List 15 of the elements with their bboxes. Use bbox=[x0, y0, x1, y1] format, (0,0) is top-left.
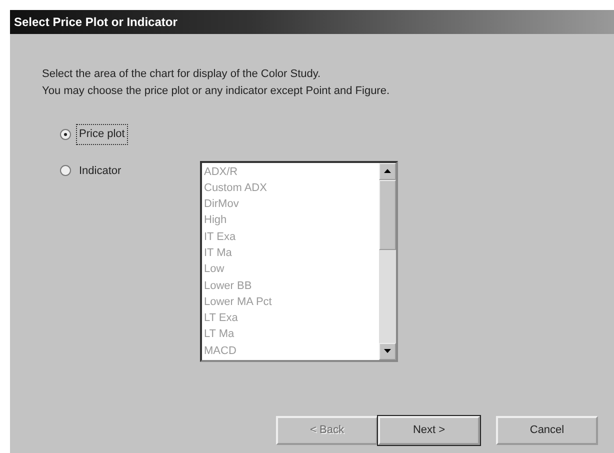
wizard-button[interactable]: Cancel bbox=[496, 416, 598, 445]
wizard-button[interactable]: Next > bbox=[378, 416, 480, 445]
radio-label[interactable]: Indicator bbox=[76, 160, 124, 181]
scroll-thumb[interactable] bbox=[379, 180, 396, 250]
radio-button[interactable] bbox=[60, 128, 71, 140]
down-arrow-icon bbox=[384, 349, 391, 353]
instruction-text: You may choose the price plot or any indicator except Point and Figure. bbox=[42, 84, 391, 99]
radio-button[interactable] bbox=[60, 165, 71, 176]
up-arrow-icon bbox=[384, 169, 391, 173]
scroll-up-button[interactable] bbox=[379, 162, 396, 180]
window-title: Select Price Plot or Indicator bbox=[10, 10, 614, 34]
scrollbar[interactable] bbox=[379, 162, 396, 360]
scroll-down-button[interactable] bbox=[379, 342, 396, 360]
instruction-text: Select the area of the chart for display of the Color Study. bbox=[42, 67, 322, 82]
radio-label[interactable]: Price plot bbox=[76, 124, 128, 144]
